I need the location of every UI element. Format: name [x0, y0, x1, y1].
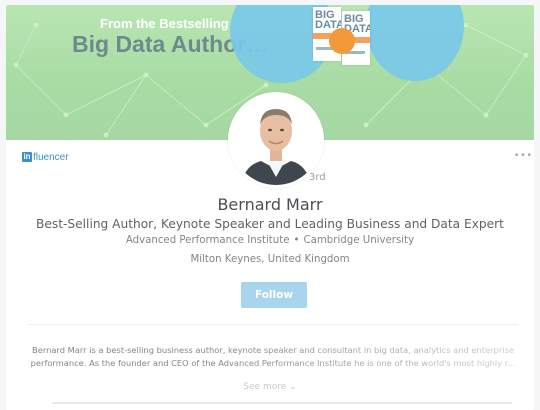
summary-line: Bernard Marr is a best-selling business …	[32, 345, 514, 355]
see-more-label: See more	[243, 382, 287, 392]
see-more-link[interactable]: See more ⌄	[6, 382, 534, 392]
profile-name: Bernard Marr	[217, 195, 323, 214]
divider	[28, 324, 518, 325]
connection-degree: 3rd	[309, 172, 326, 183]
profile-location: Milton Keynes, United Kingdom	[190, 254, 350, 265]
profile-photo	[231, 95, 321, 185]
banner-tagline: From the Bestselling	[100, 16, 229, 31]
org-separator: •	[293, 235, 300, 246]
influencer-badge[interactable]: in fluencer	[22, 150, 69, 164]
summary-line: performance. As the founder and CEO of t…	[30, 358, 516, 368]
profile-headline: Best-Selling Author, Keynote Speaker and…	[36, 217, 504, 231]
profile-summary: Bernard Marr is a best-selling business …	[22, 344, 524, 370]
chevron-down-icon: ⌄	[289, 382, 297, 392]
more-horizontal-icon[interactable]: •••	[514, 152, 532, 161]
org-link-api[interactable]: Advanced Performance Institute	[126, 235, 290, 246]
bottom-divider	[52, 402, 512, 404]
profile-card: From the Bestselling Big Data Author… BI…	[6, 5, 534, 410]
linkedin-in-icon: in	[22, 152, 32, 162]
follow-button[interactable]: Follow	[241, 282, 307, 308]
profile-organizations: Advanced Performance Institute • Cambridge…	[6, 235, 534, 246]
book-cover-title: BIG DATA	[315, 9, 341, 31]
promo-badge	[329, 28, 355, 54]
org-link-cambridge[interactable]: Cambridge University	[304, 235, 415, 246]
influencer-label: fluencer	[33, 151, 69, 163]
